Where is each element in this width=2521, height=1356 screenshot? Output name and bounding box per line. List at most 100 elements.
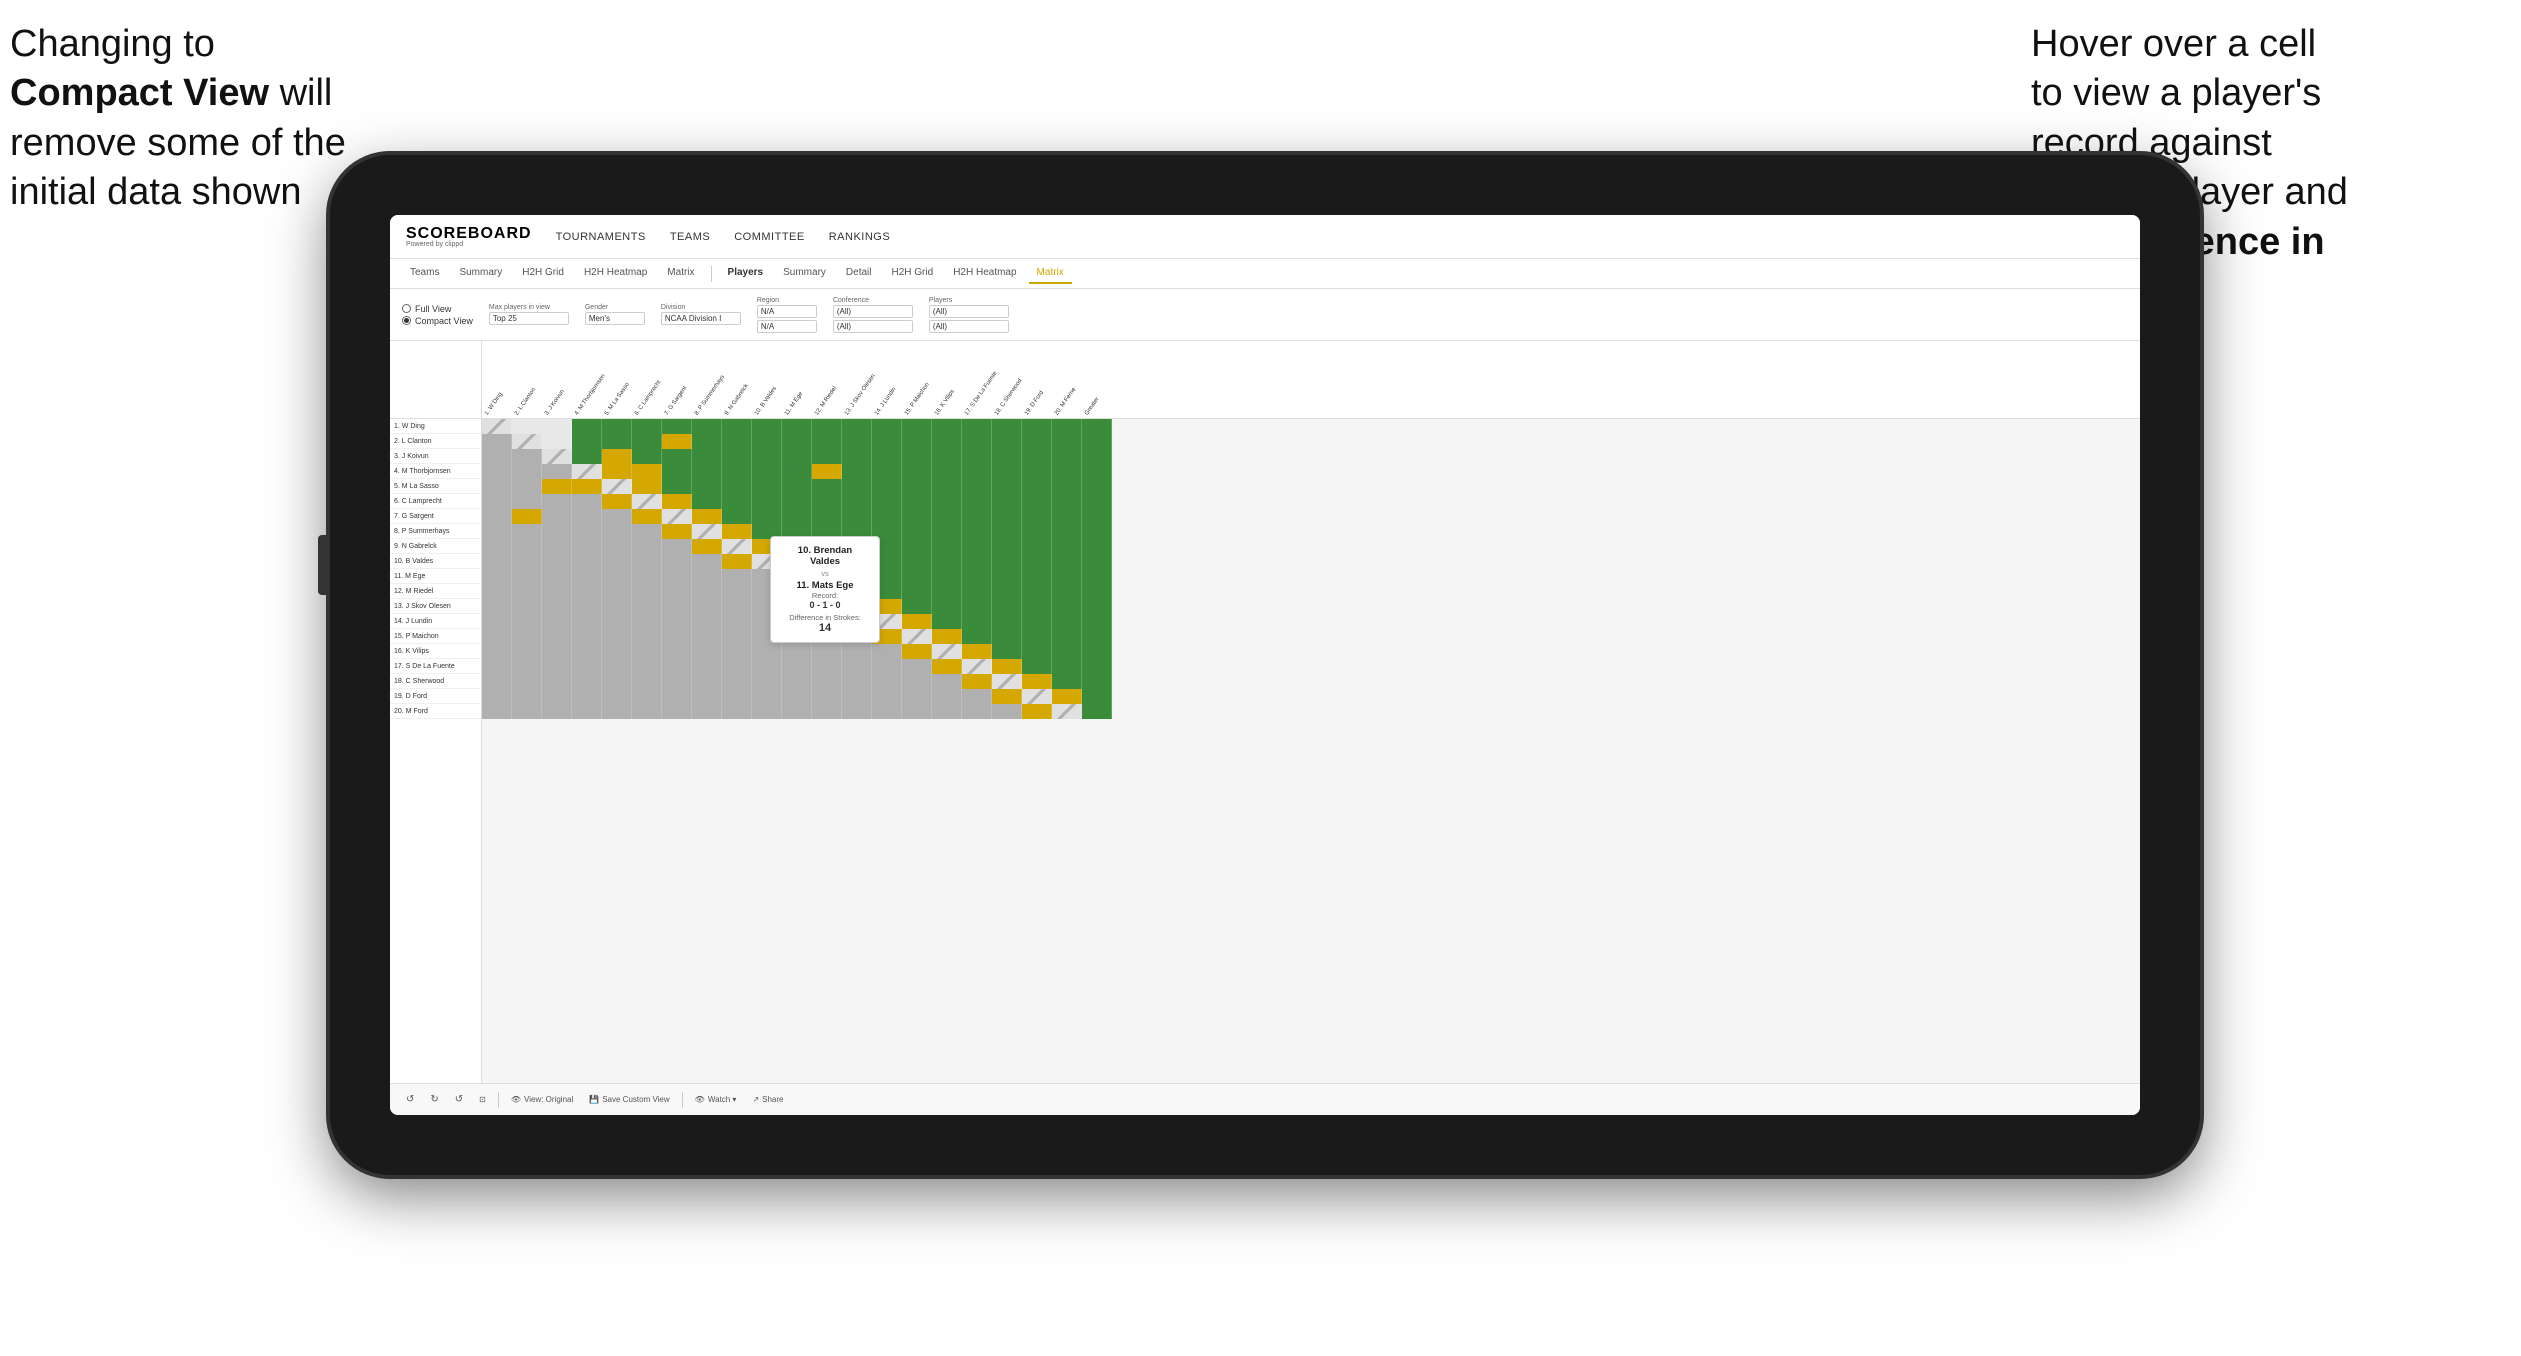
grid-cell-17-5[interactable] bbox=[632, 674, 662, 689]
grid-cell-11-5[interactable] bbox=[632, 584, 662, 599]
grid-cell-3-4[interactable] bbox=[602, 464, 632, 479]
grid-cell-0-16[interactable] bbox=[962, 419, 992, 434]
grid-cell-13-5[interactable] bbox=[632, 614, 662, 629]
grid-cell-5-16[interactable] bbox=[962, 494, 992, 509]
grid-cell-5-19[interactable] bbox=[1052, 494, 1082, 509]
grid-cell-18-3[interactable] bbox=[572, 689, 602, 704]
grid-cell-4-1[interactable] bbox=[512, 479, 542, 494]
grid-cell-19-17[interactable] bbox=[992, 704, 1022, 719]
grid-cell-12-1[interactable] bbox=[512, 599, 542, 614]
grid-cell-15-15[interactable] bbox=[932, 644, 962, 659]
division-select[interactable]: NCAA Division I bbox=[661, 312, 741, 325]
grid-cell-15-0[interactable] bbox=[482, 644, 512, 659]
grid-cell-4-8[interactable] bbox=[722, 479, 752, 494]
grid-cell-14-19[interactable] bbox=[1052, 629, 1082, 644]
grid-cell-2-14[interactable] bbox=[902, 449, 932, 464]
grid-cell-8-20[interactable] bbox=[1082, 539, 1112, 554]
grid-cell-2-8[interactable] bbox=[722, 449, 752, 464]
grid-cell-15-17[interactable] bbox=[992, 644, 1022, 659]
grid-cell-4-17[interactable] bbox=[992, 479, 1022, 494]
grid-cell-0-8[interactable] bbox=[722, 419, 752, 434]
grid-cell-11-3[interactable] bbox=[572, 584, 602, 599]
grid-cell-8-4[interactable] bbox=[602, 539, 632, 554]
grid-cell-9-8[interactable] bbox=[722, 554, 752, 569]
grid-cell-17-15[interactable] bbox=[932, 674, 962, 689]
redo-btn[interactable]: ↻ bbox=[426, 1092, 442, 1107]
grid-cell-15-4[interactable] bbox=[602, 644, 632, 659]
compact-view-option[interactable]: Compact View bbox=[402, 316, 473, 326]
grid-cell-17-13[interactable] bbox=[872, 674, 902, 689]
sub-nav-h2hheatmap1[interactable]: H2H Heatmap bbox=[576, 263, 655, 284]
grid-cell-12-6[interactable] bbox=[662, 599, 692, 614]
grid-cell-19-8[interactable] bbox=[722, 704, 752, 719]
grid-cell-18-14[interactable] bbox=[902, 689, 932, 704]
grid-cell-19-14[interactable] bbox=[902, 704, 932, 719]
grid-cell-19-5[interactable] bbox=[632, 704, 662, 719]
grid-cell-4-12[interactable] bbox=[842, 479, 872, 494]
grid-cell-3-9[interactable] bbox=[752, 464, 782, 479]
grid-cell-2-0[interactable] bbox=[482, 449, 512, 464]
grid-cell-1-8[interactable] bbox=[722, 434, 752, 449]
grid-cell-3-0[interactable] bbox=[482, 464, 512, 479]
grid-cell-7-19[interactable] bbox=[1052, 524, 1082, 539]
grid-cell-2-15[interactable] bbox=[932, 449, 962, 464]
grid-cell-17-12[interactable] bbox=[842, 674, 872, 689]
grid-cell-5-17[interactable] bbox=[992, 494, 1022, 509]
grid-cell-11-17[interactable] bbox=[992, 584, 1022, 599]
grid-cell-17-18[interactable] bbox=[1022, 674, 1052, 689]
sub-nav-detail[interactable]: Detail bbox=[838, 263, 880, 284]
grid-cell-3-14[interactable] bbox=[902, 464, 932, 479]
grid-cell-19-3[interactable] bbox=[572, 704, 602, 719]
compact-view-radio[interactable] bbox=[402, 316, 411, 325]
grid-cell-17-0[interactable] bbox=[482, 674, 512, 689]
grid-cell-19-16[interactable] bbox=[962, 704, 992, 719]
grid-cell-16-9[interactable] bbox=[752, 659, 782, 674]
grid-cell-14-6[interactable] bbox=[662, 629, 692, 644]
grid-cell-11-8[interactable] bbox=[722, 584, 752, 599]
grid-cell-19-20[interactable] bbox=[1082, 704, 1112, 719]
grid-cell-12-14[interactable] bbox=[902, 599, 932, 614]
grid-cell-4-4[interactable] bbox=[602, 479, 632, 494]
grid-cell-11-7[interactable] bbox=[692, 584, 722, 599]
grid-cell-8-15[interactable] bbox=[932, 539, 962, 554]
grid-cell-3-19[interactable] bbox=[1052, 464, 1082, 479]
grid-cell-10-8[interactable] bbox=[722, 569, 752, 584]
grid-cell-7-17[interactable] bbox=[992, 524, 1022, 539]
grid-cell-13-0[interactable] bbox=[482, 614, 512, 629]
grid-cell-1-13[interactable] bbox=[872, 434, 902, 449]
grid-cell-10-14[interactable] bbox=[902, 569, 932, 584]
grid-cell-15-12[interactable] bbox=[842, 644, 872, 659]
grid-cell-12-4[interactable] bbox=[602, 599, 632, 614]
grid-cell-14-14[interactable] bbox=[902, 629, 932, 644]
grid-cell-6-17[interactable] bbox=[992, 509, 1022, 524]
grid-cell-6-10[interactable] bbox=[782, 509, 812, 524]
grid-cell-16-4[interactable] bbox=[602, 659, 632, 674]
grid-cell-4-20[interactable] bbox=[1082, 479, 1112, 494]
grid-cell-15-18[interactable] bbox=[1022, 644, 1052, 659]
grid-cell-1-12[interactable] bbox=[842, 434, 872, 449]
grid-cell-16-1[interactable] bbox=[512, 659, 542, 674]
grid-cell-15-6[interactable] bbox=[662, 644, 692, 659]
grid-cell-9-3[interactable] bbox=[572, 554, 602, 569]
grid-cell-6-1[interactable] bbox=[512, 509, 542, 524]
grid-cell-11-20[interactable] bbox=[1082, 584, 1112, 599]
grid-cell-0-10[interactable] bbox=[782, 419, 812, 434]
grid-cell-1-5[interactable] bbox=[632, 434, 662, 449]
grid-cell-5-13[interactable] bbox=[872, 494, 902, 509]
grid-cell-17-2[interactable] bbox=[542, 674, 572, 689]
grid-cell-17-16[interactable] bbox=[962, 674, 992, 689]
grid-cell-2-17[interactable] bbox=[992, 449, 1022, 464]
grid-cell-9-14[interactable] bbox=[902, 554, 932, 569]
grid-cell-18-2[interactable] bbox=[542, 689, 572, 704]
grid-cell-10-20[interactable] bbox=[1082, 569, 1112, 584]
grid-cell-15-1[interactable] bbox=[512, 644, 542, 659]
grid-cell-19-11[interactable] bbox=[812, 704, 842, 719]
grid-cell-2-3[interactable] bbox=[572, 449, 602, 464]
grid-cell-0-11[interactable] bbox=[812, 419, 842, 434]
grid-cell-2-4[interactable] bbox=[602, 449, 632, 464]
grid-cell-13-20[interactable] bbox=[1082, 614, 1112, 629]
grid-cell-6-12[interactable] bbox=[842, 509, 872, 524]
grid-cell-0-1[interactable] bbox=[512, 419, 542, 434]
grid-cell-2-18[interactable] bbox=[1022, 449, 1052, 464]
grid-cell-18-17[interactable] bbox=[992, 689, 1022, 704]
